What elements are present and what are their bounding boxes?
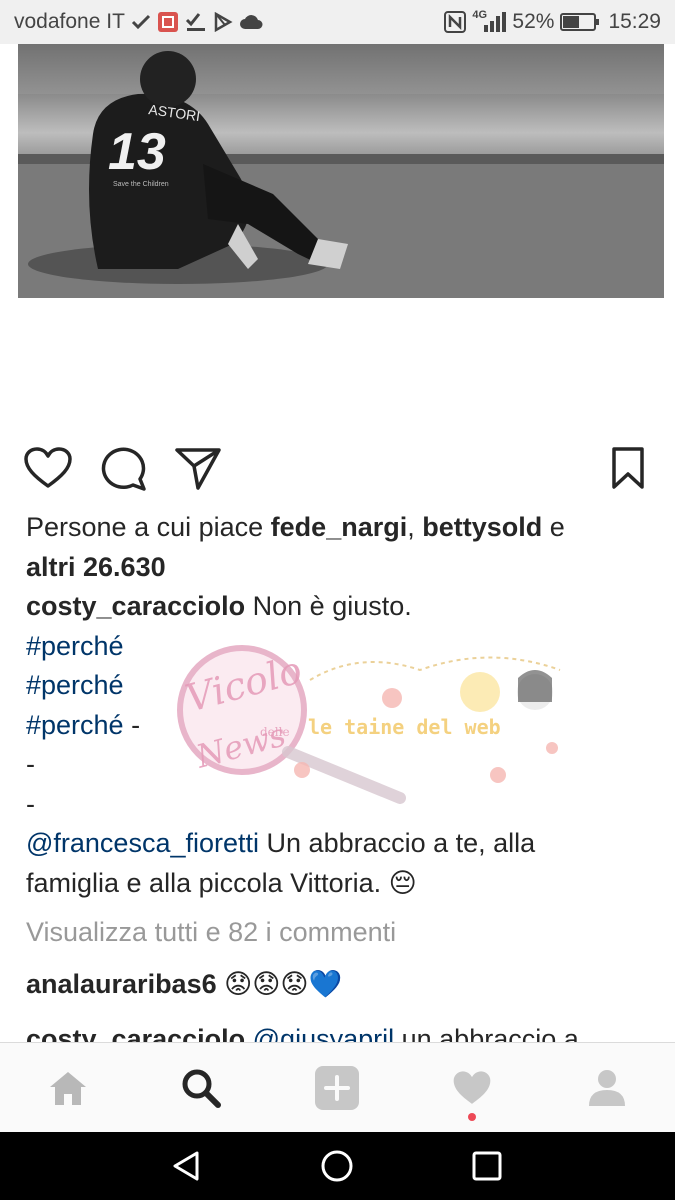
search-icon (182, 1069, 221, 1108)
nav-add[interactable] (307, 1063, 367, 1113)
send-icon (175, 448, 221, 490)
back-button[interactable] (164, 1144, 208, 1188)
play-store-icon (213, 12, 233, 32)
caption-mention-text: Un abbraccio a te, alla (266, 828, 536, 858)
view-all-comments-link[interactable]: Visualizza tutti e 82 i commenti (26, 913, 646, 953)
bottom-navigation (0, 1042, 675, 1132)
hashtag-link[interactable]: #perché (26, 670, 124, 700)
comment-row: costy_caracciolo @giusyapril un abbracci… (26, 1018, 675, 1042)
liker-username[interactable]: bettysold (422, 512, 542, 542)
save-button[interactable] (602, 442, 654, 494)
nav-search[interactable] (171, 1063, 231, 1113)
cloud-icon (239, 14, 263, 30)
heart-icon (453, 1071, 491, 1104)
nav-home[interactable] (38, 1063, 98, 1113)
nav-activity[interactable] (442, 1063, 502, 1113)
like-button[interactable] (22, 442, 74, 494)
home-button[interactable] (315, 1144, 359, 1188)
caption-author[interactable]: costy_caracciolo (26, 591, 245, 621)
heart-icon (24, 447, 72, 488)
system-navigation-bar (0, 1132, 675, 1200)
likes-conjunction: e (549, 512, 565, 542)
notification-app-icon (157, 11, 179, 33)
nav-profile[interactable] (577, 1063, 637, 1113)
recents-button[interactable] (465, 1144, 509, 1188)
caption-text: Non è giusto. (252, 591, 412, 621)
caption-dash: - (26, 788, 35, 819)
share-button[interactable] (172, 442, 224, 494)
clock: 15:29 (608, 10, 661, 33)
post-action-bar (0, 442, 675, 494)
mention-link[interactable]: @francesca_fioretti (26, 828, 259, 858)
post-photo[interactable]: ASTORI 13 Save the Children (18, 44, 664, 298)
comment-icon (101, 447, 146, 491)
likes-separator: , (407, 512, 415, 542)
signal-icon: 4G (472, 9, 507, 33)
caption-dash: - (26, 749, 35, 779)
home-icon (50, 1072, 86, 1105)
network-type: 4G (472, 9, 488, 21)
mention-link[interactable]: @giusyapril (253, 1024, 394, 1042)
comment-author[interactable]: costy_caracciolo (26, 1024, 245, 1042)
carrier-label: vodafone IT (14, 10, 125, 33)
profile-icon (589, 1070, 625, 1106)
battery-icon (560, 13, 600, 31)
battery-percent: 52% (512, 10, 555, 33)
notification-dot (468, 1113, 476, 1121)
liker-username[interactable]: fede_nargi (271, 512, 408, 542)
likes-prefix: Persone a cui piace (26, 512, 264, 542)
bookmark-icon (612, 447, 644, 489)
comment-text: 😟😟😟💙 (224, 968, 343, 999)
add-icon (315, 1066, 359, 1110)
hashtag-link[interactable]: #perché (26, 631, 124, 661)
checklist-icon (185, 12, 207, 32)
likes-others-link[interactable]: altri 26.630 (26, 552, 166, 582)
caption: costy_caracciolo Non è giusto. (26, 587, 646, 627)
likes-summary: Persone a cui piace fede_nargi, bettysol… (26, 508, 646, 587)
comment-row: analauraribas6 😟😟😟💙 (26, 965, 646, 1005)
comment-button[interactable] (98, 442, 150, 494)
jersey-sponsor: Save the Children (113, 181, 169, 188)
hashtag-link[interactable]: #perché (26, 710, 124, 740)
caption-mention-block: @francesca_fioretti Un abbraccio a te, a… (26, 824, 646, 903)
status-bar: vodafone IT 4G 52% 15:29 (0, 0, 675, 44)
comment-author[interactable]: analauraribas6 (26, 969, 217, 999)
nfc-icon (444, 11, 467, 33)
caption-mention-text: famiglia e alla piccola Vittoria. 😔 (26, 867, 417, 898)
caption-dash: - (131, 709, 141, 740)
circle-icon (321, 1150, 353, 1182)
comment-text: un abbraccio a (401, 1024, 579, 1042)
check-icon (131, 14, 151, 30)
post-details: Persone a cui piace fede_nargi, bettysol… (26, 508, 646, 1004)
jersey-number: 13 (108, 123, 166, 181)
square-icon (472, 1151, 502, 1181)
back-icon (173, 1151, 199, 1181)
